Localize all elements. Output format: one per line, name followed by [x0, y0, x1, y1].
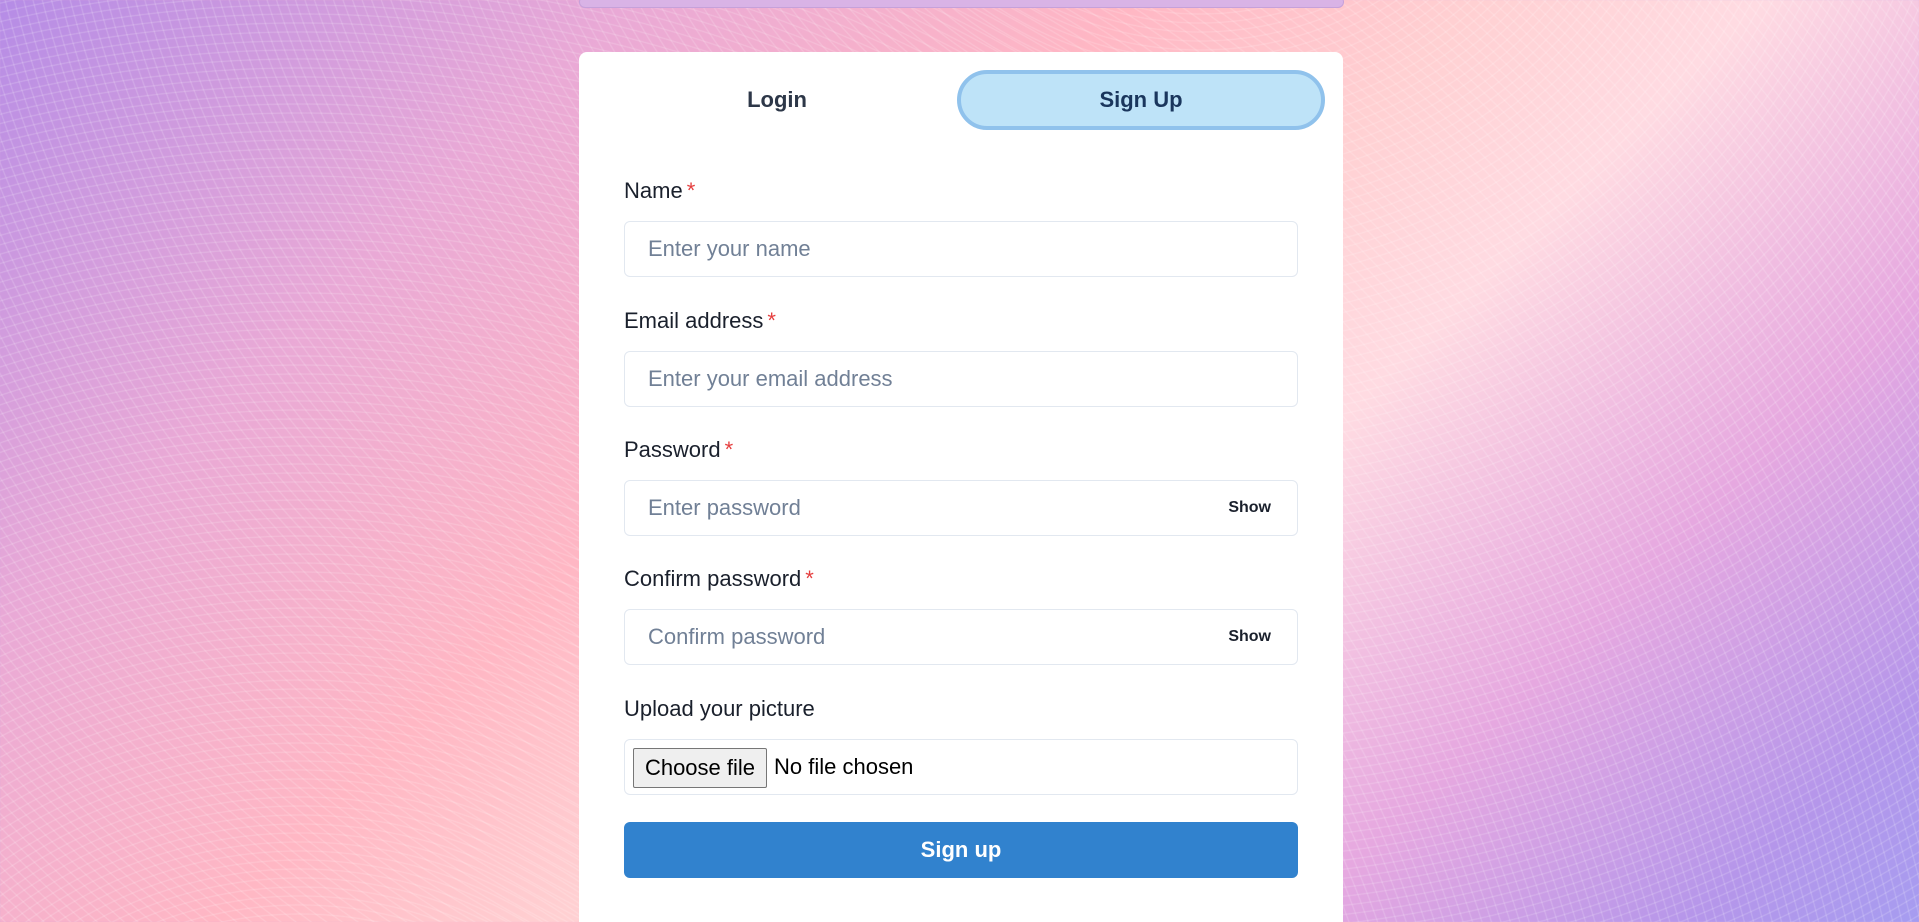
file-input-wrapper: Choose file No file chosen [624, 739, 1298, 795]
picture-label: Upload your picture [624, 696, 815, 721]
password-input[interactable] [625, 481, 1297, 535]
email-label-text: Email address [624, 308, 764, 333]
required-marker: * [724, 437, 734, 462]
name-label: Name * [624, 177, 1298, 205]
tab-login[interactable]: Login [597, 70, 957, 130]
name-label-text: Name [624, 178, 683, 203]
show-password-button[interactable]: Show [1228, 499, 1271, 517]
required-marker: * [767, 308, 776, 333]
choose-file-button[interactable]: Choose file [633, 748, 767, 788]
email-input-wrapper [624, 351, 1298, 407]
name-input-wrapper [624, 221, 1298, 277]
name-field-group: Name * [624, 177, 1298, 277]
picture-upload-group: Upload your picture Choose file No file … [624, 695, 1298, 795]
name-input[interactable] [625, 222, 1297, 276]
confirm-password-input[interactable] [625, 610, 1297, 664]
password-label: Password * [624, 436, 1298, 464]
password-field-group: Password * Show [624, 436, 1298, 536]
confirm-password-label-text: Confirm password [624, 566, 802, 591]
confirm-password-label: Confirm password * [624, 565, 1298, 593]
auth-card: Login Sign Up Name* Email address* Passw… [579, 52, 1343, 922]
auth-tabs: Login Sign Up [597, 70, 1325, 130]
tab-sign-up[interactable]: Sign Up [957, 70, 1325, 130]
email-label: Email address * [624, 307, 1298, 335]
top-panel-edge [579, 0, 1344, 8]
email-input[interactable] [625, 352, 1297, 406]
password-input-wrapper: Show [624, 480, 1298, 536]
required-marker: * [686, 178, 696, 203]
confirm-password-input-wrapper: Show [624, 609, 1298, 665]
email-field-group: Email address * [624, 307, 1298, 407]
file-status-text: No file chosen [774, 754, 914, 779]
sign-up-button[interactable]: Sign up [624, 822, 1298, 878]
show-confirm-password-button[interactable]: Show [1228, 628, 1271, 646]
confirm-password-field-group: Confirm password * Show [624, 565, 1298, 665]
required-marker: * [805, 566, 814, 591]
password-label-text: Password [624, 437, 721, 462]
